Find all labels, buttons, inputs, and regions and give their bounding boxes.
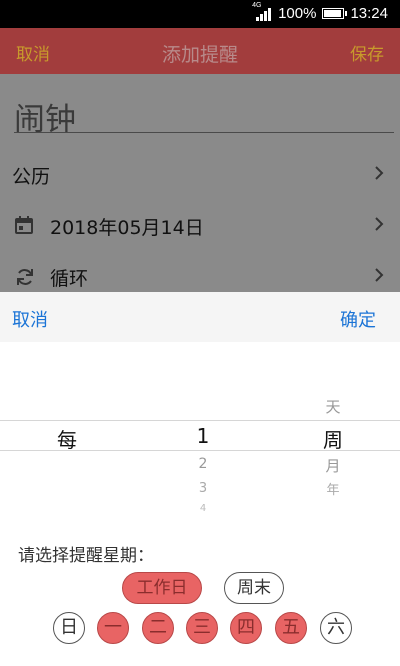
day-tuesday[interactable]: 二: [142, 612, 174, 644]
weekday-prompt: 请选择提醒星期：: [18, 546, 154, 566]
preset-workdays-chip[interactable]: 工作日: [122, 572, 202, 604]
chevron-right-icon: [375, 268, 384, 282]
date-value: 2018年05月14日: [50, 217, 204, 239]
picker-action-bar: 取消 确定: [0, 292, 400, 342]
calendar-type-row[interactable]: 公历: [0, 154, 400, 194]
picker-col-prefix-selected[interactable]: 每: [44, 424, 90, 453]
signal-icon: 4G: [252, 2, 272, 22]
calendar-icon: [15, 216, 33, 234]
day-saturday[interactable]: 六: [320, 612, 352, 644]
preset-weekend-chip[interactable]: 周末: [224, 572, 284, 604]
repeat-row[interactable]: 循环: [0, 256, 400, 296]
picker-cancel-button[interactable]: 取消: [12, 306, 48, 332]
date-row[interactable]: 2018年05月14日: [0, 205, 400, 245]
picker-col-interval-option[interactable]: 4: [180, 503, 226, 514]
picker-selection-line-top: [0, 420, 400, 421]
name-underline: [14, 132, 394, 133]
chevron-right-icon: [375, 217, 384, 231]
repeat-label: 循环: [50, 268, 89, 290]
battery-percent: 100%: [278, 5, 317, 22]
day-sunday[interactable]: 日: [53, 612, 85, 644]
repeat-icon: [17, 269, 33, 285]
page-title: 添加提醒: [161, 44, 238, 66]
chevron-right-icon: [375, 166, 384, 180]
picker-col-interval-option[interactable]: 3: [180, 481, 226, 496]
reminder-form: 闹钟 公历 2018年05月14日 循环: [0, 74, 400, 292]
day-friday[interactable]: 五: [275, 612, 307, 644]
status-bar: 4G 100% 13:24: [0, 0, 400, 28]
picker-col-unit-option[interactable]: 天: [310, 396, 356, 417]
picker-confirm-button[interactable]: 确定: [340, 306, 376, 332]
calendar-type-label: 公历: [12, 166, 51, 188]
repeat-wheel-picker[interactable]: 每 1 2 3 4 天 周 月 年: [0, 342, 400, 532]
battery-icon: [322, 8, 348, 19]
day-thursday[interactable]: 四: [230, 612, 262, 644]
clock: 13:24: [350, 5, 388, 22]
picker-col-unit-option[interactable]: 年: [310, 479, 356, 498]
day-monday[interactable]: 一: [97, 612, 129, 644]
day-wednesday[interactable]: 三: [186, 612, 218, 644]
save-button[interactable]: 保存: [350, 40, 384, 65]
picker-col-interval-option[interactable]: 2: [180, 456, 226, 472]
app-bar: 取消 添加提醒 保存: [0, 28, 400, 74]
picker-col-unit-option[interactable]: 月: [310, 455, 356, 476]
battery-fill: [324, 10, 342, 17]
picker-col-interval-selected[interactable]: 1: [180, 424, 226, 448]
picker-col-unit-selected[interactable]: 周: [310, 424, 356, 453]
